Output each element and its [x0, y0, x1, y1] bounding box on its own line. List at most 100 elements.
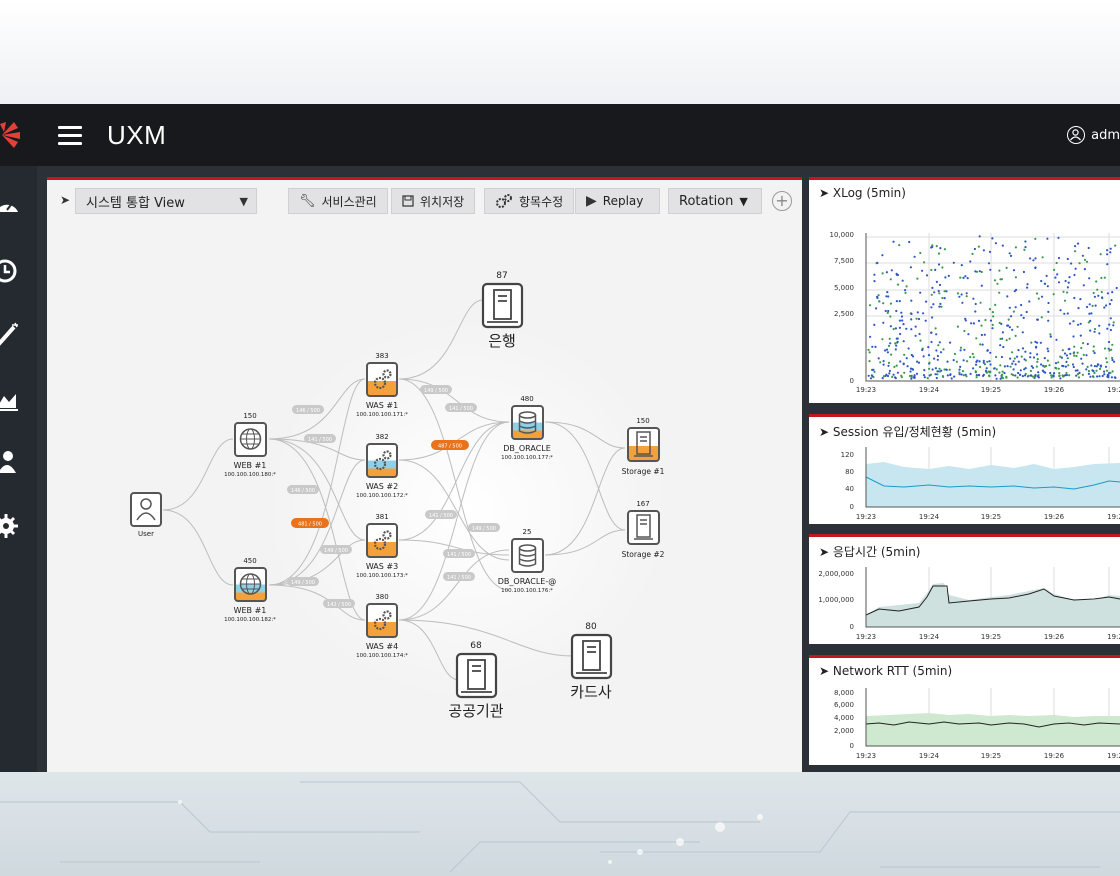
xlog-point — [1072, 352, 1075, 355]
xlog-point — [1092, 370, 1095, 373]
xlog-point — [958, 295, 961, 298]
node-ip: 100.100.100.182:* — [224, 617, 276, 623]
xlog-point — [918, 332, 921, 336]
dashboard-gauge-icon[interactable] — [0, 194, 20, 220]
xlog-point — [1074, 245, 1077, 248]
xlog-point — [980, 333, 983, 337]
xlog-point — [1082, 284, 1085, 287]
save-position-button[interactable]: 위치저장 — [391, 188, 476, 214]
xlog-point — [1033, 375, 1036, 379]
xlog-point — [904, 289, 907, 292]
x-tick-label: 19:24 — [919, 386, 940, 394]
xlog-point — [1046, 347, 1049, 350]
edit-items-button[interactable]: 항목수정 — [484, 188, 575, 214]
xlog-point — [1110, 299, 1113, 302]
xlog-point — [1009, 254, 1013, 257]
web-node[interactable]: 450 WEB #1 100.100.100.182:* — [224, 557, 276, 623]
x-tick-label: 19:24 — [919, 633, 940, 641]
xlog-point — [964, 317, 967, 320]
xlog-point — [896, 283, 900, 286]
xlog-point — [988, 250, 992, 253]
gears-icon — [496, 194, 512, 208]
settings-gear-icon[interactable] — [0, 513, 20, 539]
area-chart-icon[interactable] — [0, 386, 20, 412]
service-manage-button[interactable]: 🔧︎ 서비스관리 — [288, 188, 388, 214]
xlog-point — [995, 368, 998, 371]
xlog-point — [1036, 358, 1039, 361]
xlog-point — [966, 277, 969, 280]
xlog-point — [1099, 364, 1103, 367]
xlog-point — [1034, 374, 1037, 377]
users-icon[interactable] — [0, 449, 20, 475]
xlog-point — [999, 344, 1002, 347]
xlog-point — [1113, 360, 1116, 363]
clock-icon[interactable] — [0, 258, 20, 284]
xlog-point — [1044, 371, 1047, 374]
response-time-chart: 2,000,000 1,000,000 0 19:23 19:24 19:25 … — [818, 567, 1120, 641]
xlog-point — [869, 335, 872, 338]
xlog-point — [922, 355, 925, 358]
xlog-point — [879, 361, 882, 364]
xlog-point — [1075, 354, 1078, 358]
magic-wand-icon[interactable] — [0, 321, 20, 347]
xlog-point — [910, 312, 913, 315]
xlog-point — [979, 365, 982, 369]
menu-icon[interactable] — [58, 126, 82, 146]
xlog-point — [1107, 340, 1111, 344]
xlog-point — [1066, 286, 1069, 289]
xlog-point — [1073, 345, 1076, 348]
xlog-point — [934, 268, 937, 271]
add-icon[interactable]: + — [772, 191, 792, 211]
xlog-point — [889, 315, 892, 318]
xlog-point — [1109, 328, 1112, 332]
web-node[interactable]: 150 WEB #1 100.100.100.180:* — [224, 412, 276, 478]
xlog-point — [1094, 304, 1097, 307]
x-tick-label: 19:25 — [981, 513, 1001, 521]
replay-button[interactable]: ▶ Replay — [575, 188, 660, 214]
node-count: 150 — [243, 412, 256, 420]
xlog-point — [1014, 276, 1017, 279]
xlog-point — [984, 369, 988, 372]
xlog-point — [1047, 310, 1050, 313]
x-tick-label: 19:26 — [1044, 752, 1065, 760]
rotation-select[interactable]: Rotation ▼ — [668, 188, 762, 214]
xlog-point — [1077, 376, 1080, 379]
xlog-point — [927, 354, 931, 357]
xlog-point — [1098, 367, 1102, 370]
xlog-point — [1036, 360, 1039, 363]
user-menu[interactable]: adm — [1067, 126, 1120, 144]
xlog-point — [913, 255, 916, 258]
xlog-point — [1081, 362, 1084, 365]
xlog-point — [907, 347, 910, 350]
xlog-point — [871, 375, 874, 378]
xlog-point — [977, 374, 980, 377]
xlog-point — [1106, 249, 1109, 252]
xlog-point — [888, 372, 891, 375]
xlog-point — [967, 333, 970, 336]
throughput-badge-text: 149 / 500 — [291, 580, 315, 586]
xlog-point — [869, 377, 873, 380]
page-background-bottom — [0, 772, 1120, 876]
node-ip: 100.100.100.177:* — [501, 455, 553, 461]
floppy-disk-icon — [402, 195, 414, 207]
xlog-point — [1106, 375, 1109, 378]
xlog-point — [1096, 363, 1099, 366]
xlog-point — [1022, 316, 1025, 319]
xlog-point — [869, 304, 872, 307]
xlog-point — [1104, 365, 1108, 368]
xlog-point — [901, 319, 904, 322]
xlog-point — [911, 368, 914, 371]
xlog-point — [885, 271, 888, 274]
xlog-point — [916, 311, 919, 314]
view-selector[interactable]: 시스템 통합 View ▼ — [75, 188, 257, 214]
xlog-point — [941, 296, 944, 300]
xlog-point — [988, 308, 992, 311]
xlog-point — [963, 329, 966, 333]
user-node[interactable]: User — [130, 492, 162, 538]
xlog-point — [1105, 361, 1109, 364]
xlog-point — [1061, 349, 1064, 352]
xlog-point — [972, 356, 975, 359]
response-time-panel: ➤ 응답시간 (5min) 2,000,000 1,000,000 0 19:2… — [809, 534, 1120, 644]
xlog-point — [966, 360, 969, 363]
xlog-point — [1062, 365, 1065, 368]
